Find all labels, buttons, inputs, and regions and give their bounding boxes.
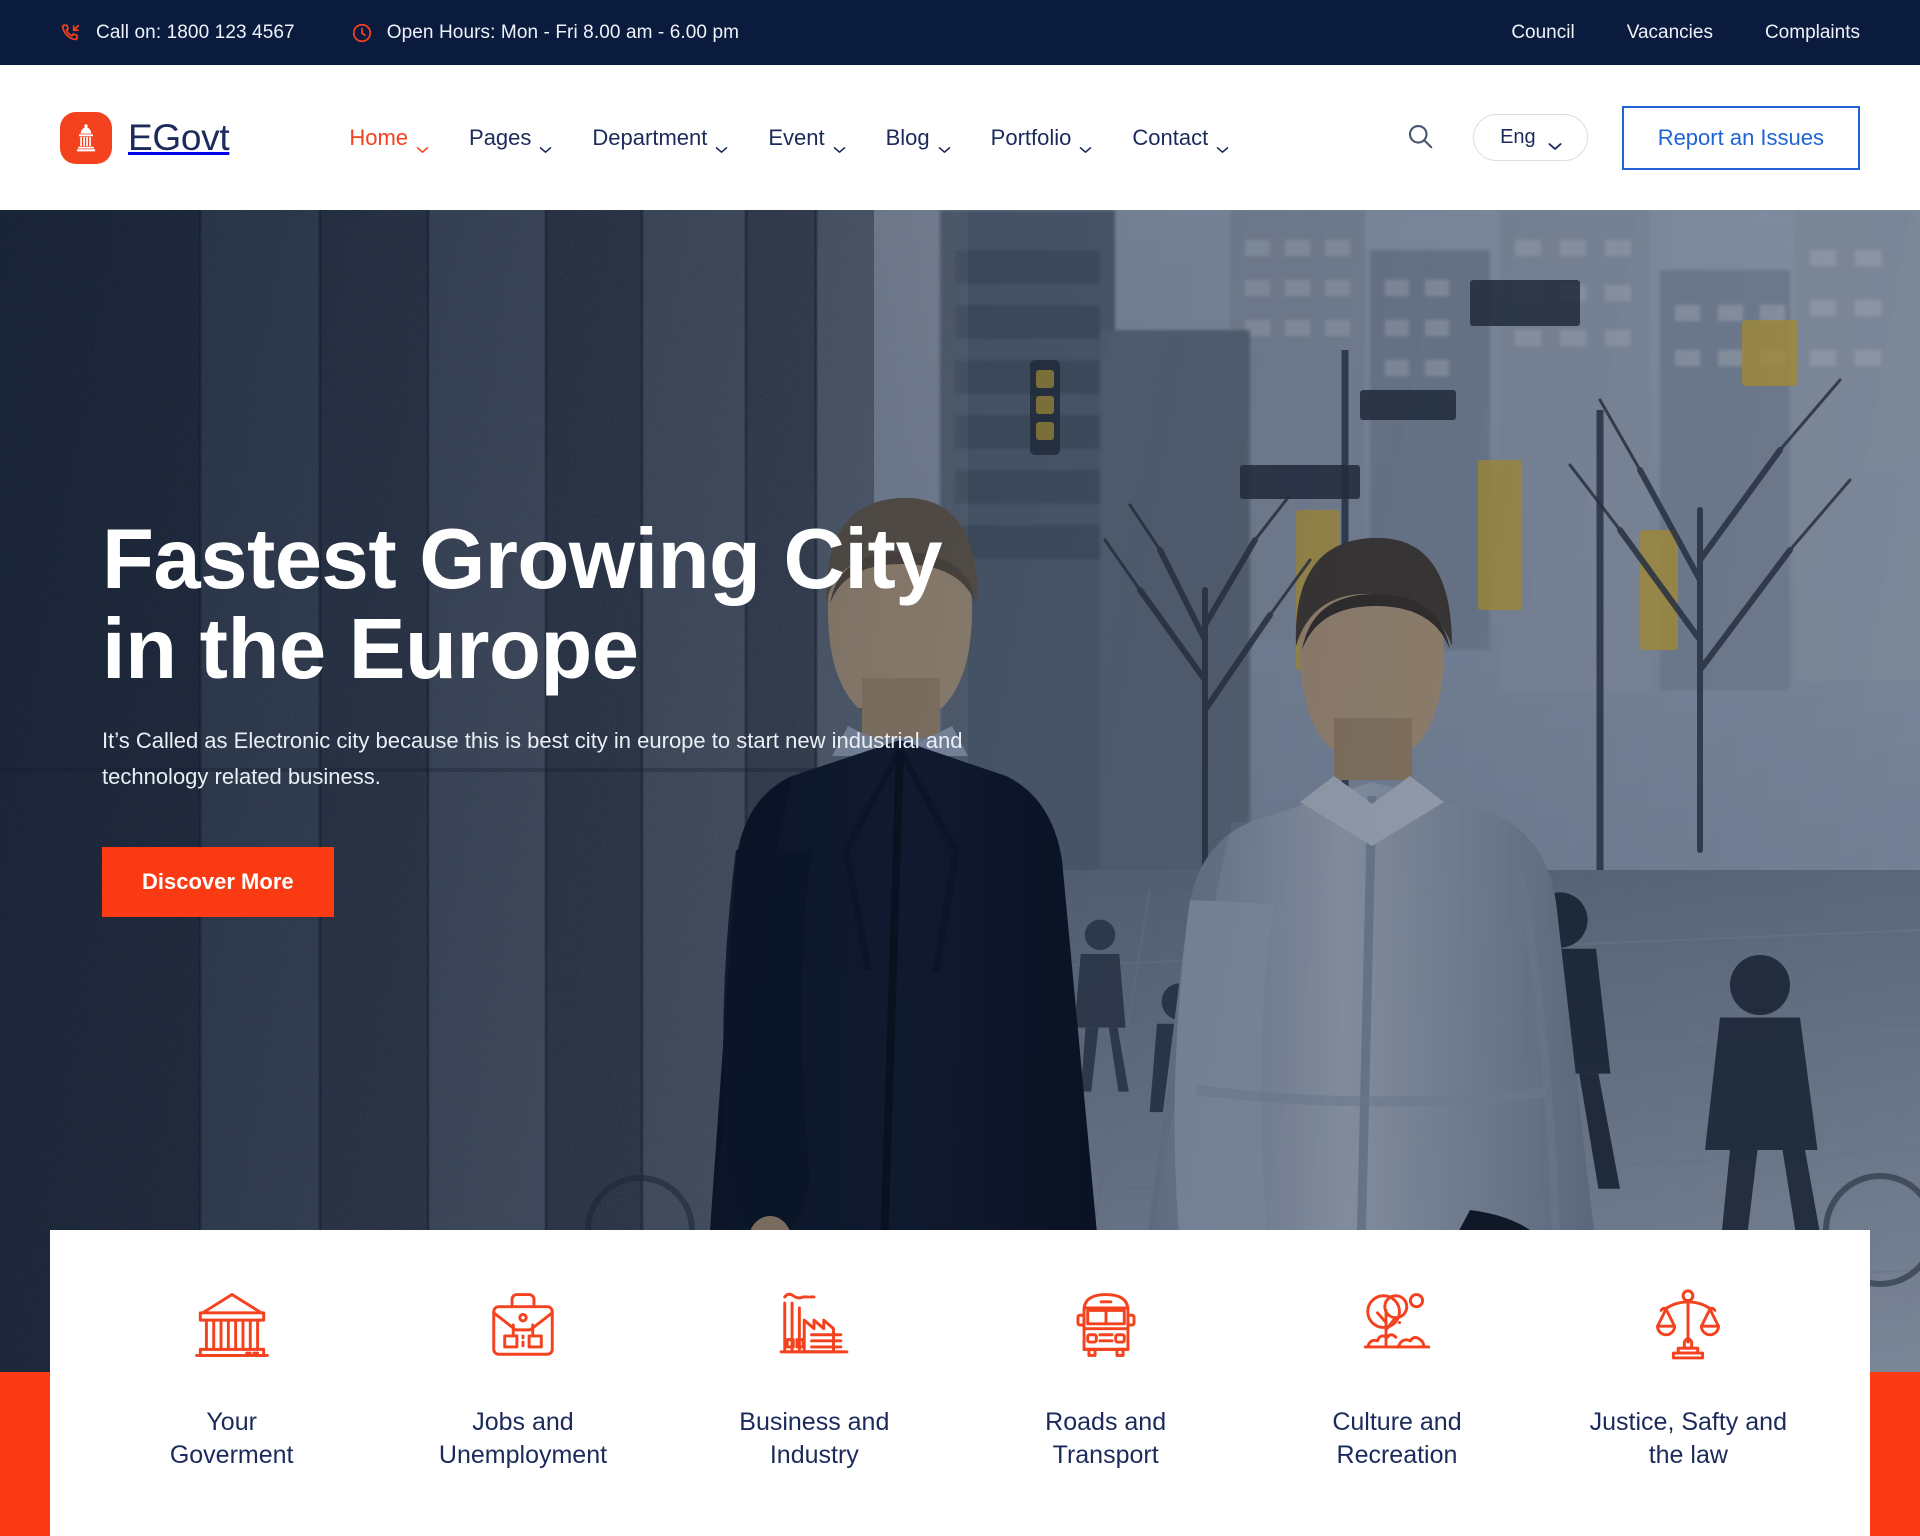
- service-label: Justice, Safty and the law: [1589, 1408, 1787, 1469]
- main-navigation-bar: EGovt Home Pages Department Event Blog P…: [0, 65, 1920, 210]
- chevron-down-icon: [1079, 134, 1092, 153]
- nav-item-department-label: Department: [592, 124, 708, 150]
- topbar-hours: Open Hours: Mon - Fri 8.00 am - 6.00 pm: [351, 22, 739, 44]
- primary-menu: Home Pages Department Event Blog Portfol…: [329, 124, 1249, 153]
- service-jobs-and-unemployment[interactable]: Jobs and Unemployment: [377, 1286, 668, 1472]
- nav-item-blog[interactable]: Blog: [866, 124, 971, 153]
- chevron-down-icon: [1216, 134, 1229, 153]
- hero-title-line1: Fastest Growing City: [102, 512, 943, 608]
- service-roads-and-transport[interactable]: Roads and Transport: [960, 1286, 1251, 1472]
- hero-title: Fastest Growing City in the Europe: [102, 515, 1002, 695]
- nav-item-portfolio[interactable]: Portfolio: [971, 124, 1113, 153]
- briefcase-icon: [484, 1286, 562, 1364]
- hero-content: Fastest Growing City in the Europe It’s …: [102, 210, 1002, 1372]
- nav-item-event-label: Event: [768, 124, 825, 150]
- topbar-link-vacancies[interactable]: Vacancies: [1627, 22, 1713, 44]
- topbar-links: Council Vacancies Complaints: [1511, 22, 1860, 44]
- brand-name: EGovt: [128, 116, 230, 158]
- bus-icon: [1067, 1286, 1145, 1364]
- factory-icon: [775, 1286, 853, 1364]
- chevron-down-icon: [833, 134, 846, 153]
- nav-item-home-label: Home: [349, 124, 409, 150]
- nav-item-department[interactable]: Department: [572, 124, 748, 153]
- service-your-goverment[interactable]: Your Goverment: [86, 1286, 377, 1472]
- chevron-down-icon: [539, 134, 552, 153]
- language-value: Eng: [1500, 126, 1536, 148]
- service-business-and-industry[interactable]: Business and Industry: [669, 1286, 960, 1472]
- topbar-hours-text: Open Hours: Mon - Fri 8.00 am - 6.00 pm: [386, 21, 740, 43]
- brand-logo[interactable]: EGovt: [60, 111, 230, 164]
- nav-item-contact[interactable]: Contact: [1112, 124, 1249, 153]
- scales-of-justice-icon: [1649, 1286, 1727, 1364]
- report-an-issues-button[interactable]: Report an Issues: [1621, 105, 1860, 170]
- topbar-phone-text: Call on: 1800 123 4567: [96, 21, 295, 43]
- chevron-down-icon: [938, 134, 951, 153]
- service-label: Roads and Transport: [1045, 1408, 1167, 1469]
- nav-item-contact-label: Contact: [1132, 124, 1209, 150]
- hero-title-line2: in the Europe: [102, 602, 639, 698]
- hero-subtitle: It’s Called as Electronic city because t…: [102, 728, 963, 790]
- bank-building-icon: [193, 1286, 271, 1364]
- topbar-link-council[interactable]: Council: [1511, 22, 1574, 44]
- top-utility-bar: Call on: 1800 123 4567 Open Hours: Mon -…: [0, 0, 1920, 65]
- nav-item-blog-label: Blog: [885, 124, 930, 150]
- phone-incoming-icon: [60, 22, 82, 44]
- language-selector[interactable]: Eng: [1473, 114, 1588, 161]
- services-card: Your Goverment Jobs and Unemployment Bus…: [50, 1230, 1870, 1536]
- nav-item-portfolio-label: Portfolio: [990, 124, 1072, 150]
- nav-actions: Eng Report an Issues: [1401, 105, 1860, 170]
- hero-section: Fastest Growing City in the Europe It’s …: [0, 210, 1920, 1372]
- chevron-down-icon: [416, 134, 429, 153]
- clock-icon: [351, 22, 373, 44]
- nav-item-home[interactable]: Home: [329, 124, 449, 153]
- nav-item-event[interactable]: Event: [748, 124, 865, 153]
- service-justice-safty-and-the-law[interactable]: Justice, Safty and the law: [1543, 1286, 1834, 1472]
- service-culture-and-recreation[interactable]: Culture and Recreation: [1251, 1286, 1542, 1472]
- topbar-phone[interactable]: Call on: 1800 123 4567: [60, 22, 295, 44]
- nav-item-pages-label: Pages: [469, 124, 532, 150]
- search-button[interactable]: [1401, 119, 1439, 157]
- chevron-down-icon: [1548, 134, 1562, 150]
- capitol-building-icon: [60, 111, 112, 164]
- topbar-contact-group: Call on: 1800 123 4567 Open Hours: Mon -…: [60, 22, 739, 44]
- discover-more-button[interactable]: Discover More: [102, 846, 334, 917]
- tree-park-icon: [1358, 1286, 1436, 1364]
- service-label: Business and Industry: [739, 1408, 890, 1469]
- topbar-link-complaints[interactable]: Complaints: [1765, 22, 1860, 44]
- service-label: Your Goverment: [169, 1408, 294, 1469]
- search-icon: [1405, 121, 1435, 154]
- service-label: Jobs and Unemployment: [438, 1408, 608, 1469]
- chevron-down-icon: [715, 134, 728, 153]
- nav-item-pages[interactable]: Pages: [449, 124, 572, 153]
- service-label: Culture and Recreation: [1332, 1408, 1462, 1469]
